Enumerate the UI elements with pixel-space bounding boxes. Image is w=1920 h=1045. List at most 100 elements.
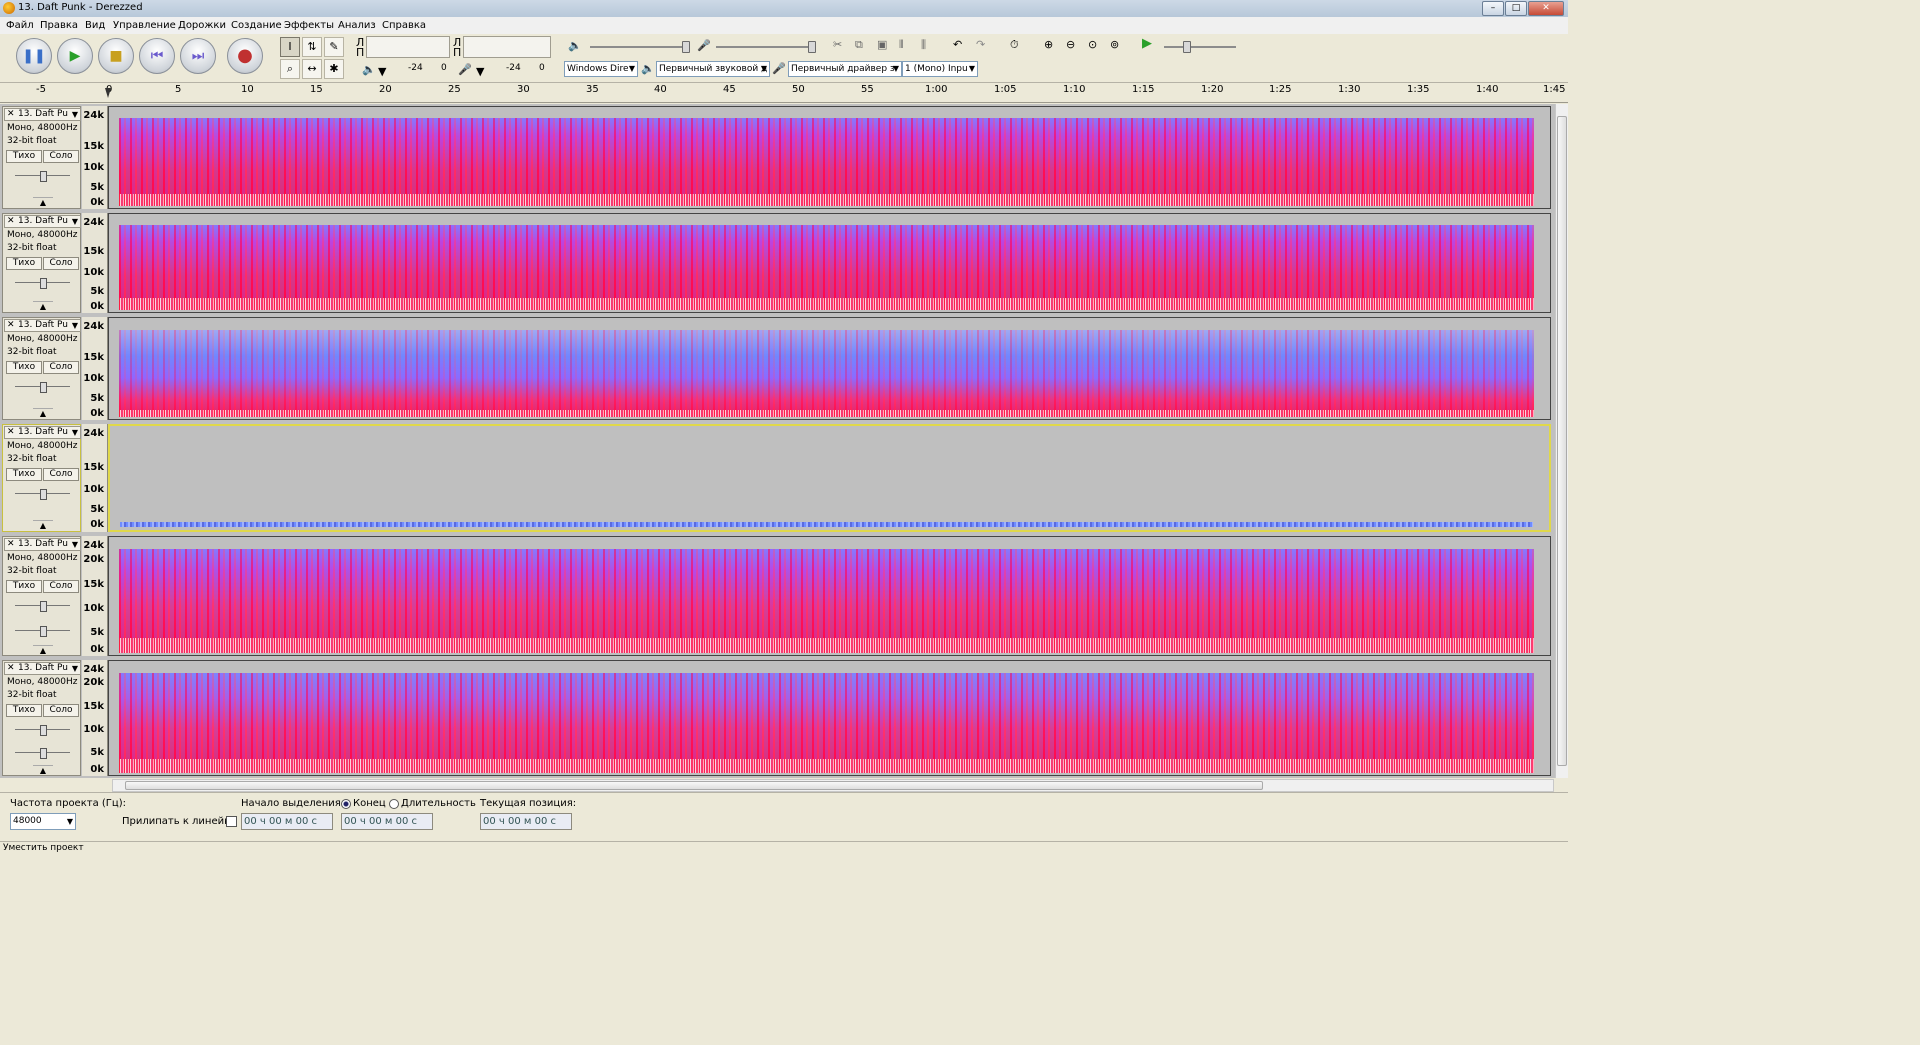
mute-button[interactable]: Тихо [6, 150, 42, 163]
audio-track[interactable]: ✕ 13. Daft Pu ▼ Моно, 48000Hz 32-bit float… [2, 213, 1552, 313]
menu-edit[interactable]: Правка [40, 20, 78, 31]
collapse-track-button[interactable]: ▲ [33, 765, 53, 775]
sync-lock-icon[interactable]: ⏱ [1010, 39, 1019, 51]
skip-end-button[interactable]: ⏭ [180, 38, 216, 74]
pan-thumb[interactable] [40, 626, 47, 637]
input-channels-select[interactable]: 1 (Mono) Inpu ▼ [902, 61, 978, 77]
close-track-icon[interactable]: ✕ [7, 109, 15, 120]
menu-help[interactable]: Справка [382, 20, 426, 31]
envelope-tool[interactable]: ⇅ [302, 37, 322, 57]
gain-thumb[interactable] [40, 489, 47, 500]
mute-button[interactable]: Тихо [6, 580, 42, 593]
snap-checkbox[interactable] [226, 816, 237, 827]
play-speed-slider[interactable] [1164, 46, 1236, 48]
recording-volume-thumb[interactable] [808, 41, 816, 53]
solo-button[interactable]: Соло [43, 361, 79, 374]
close-track-icon[interactable]: ✕ [7, 663, 15, 674]
project-rate-select[interactable]: 48000 ▼ [10, 813, 76, 830]
chevron-down-icon[interactable]: ▼ [72, 427, 78, 438]
timeshift-tool[interactable]: ↔ [302, 59, 322, 79]
selection-tool[interactable]: I [280, 37, 300, 57]
menu-transport[interactable]: Управление [113, 20, 176, 31]
gain-thumb[interactable] [40, 382, 47, 393]
close-button[interactable]: ✕ [1528, 1, 1564, 16]
zoom-tool[interactable]: ⌕ [280, 59, 300, 79]
collapse-track-button[interactable]: ▲ [33, 408, 53, 418]
zoom-in-icon[interactable]: ⊕ [1044, 39, 1053, 51]
audio-track[interactable]: ✕ 13. Daft Pu ▼ Моно, 48000Hz 32-bit float… [2, 106, 1552, 209]
audio-host-select[interactable]: Windows Dire ▼ [564, 61, 638, 77]
track-header[interactable]: ✕ 13. Daft Pu ▼ [4, 215, 81, 228]
selection-end-time[interactable]: 00 ч 00 м 00 с [341, 813, 433, 830]
chevron-down-icon[interactable]: ▼ [72, 663, 78, 674]
cut-icon[interactable]: ✂ [833, 39, 842, 51]
maximize-button[interactable]: □ [1505, 1, 1527, 16]
mute-button[interactable]: Тихо [6, 704, 42, 717]
play-button[interactable]: ▶ [57, 38, 93, 74]
zoom-out-icon[interactable]: ⊖ [1066, 39, 1075, 51]
menu-view[interactable]: Вид [85, 20, 105, 31]
solo-button[interactable]: Соло [43, 468, 79, 481]
playback-volume-thumb[interactable] [682, 41, 690, 53]
skip-start-button[interactable]: ⏮ [139, 38, 175, 74]
collapse-track-button[interactable]: ▲ [33, 197, 53, 207]
close-track-icon[interactable]: ✕ [7, 216, 15, 227]
mute-button[interactable]: Тихо [6, 257, 42, 270]
vertical-scrollbar[interactable] [1555, 104, 1568, 778]
redo-icon[interactable]: ↷ [976, 39, 985, 51]
collapse-track-button[interactable]: ▲ [33, 301, 53, 311]
chevron-down-icon[interactable]: ▼ [378, 66, 386, 78]
gain-thumb[interactable] [40, 171, 47, 182]
menu-file[interactable]: Файл [6, 20, 34, 31]
audio-track[interactable]: ✕ 13. Daft Pu ▼ Моно, 48000Hz 32-bit float… [2, 660, 1552, 776]
undo-icon[interactable]: ↶ [953, 39, 962, 51]
trim-icon[interactable]: ⫴ [899, 39, 904, 51]
scroll-thumb[interactable] [1557, 116, 1567, 766]
collapse-track-button[interactable]: ▲ [33, 645, 53, 655]
audio-track[interactable]: ✕ 13. Daft Pu ▼ Моно, 48000Hz 32-bit float… [2, 536, 1552, 656]
record-button[interactable]: ● [227, 38, 263, 74]
chevron-down-icon[interactable]: ▼ [72, 320, 78, 331]
end-radio[interactable] [341, 799, 351, 809]
close-track-icon[interactable]: ✕ [7, 539, 15, 550]
menu-tracks[interactable]: Дорожки [178, 20, 226, 31]
silence-icon[interactable]: ⫼ [921, 39, 926, 51]
chevron-down-icon[interactable]: ▼ [72, 109, 78, 120]
length-radio[interactable] [389, 799, 399, 809]
play-at-speed-icon[interactable]: ▶ [1142, 37, 1152, 50]
fit-project-icon[interactable]: ⊚ [1110, 39, 1119, 51]
track-header[interactable]: ✕ 13. Daft Pu ▼ [4, 662, 81, 675]
timeline-ruler[interactable]: -5 0 5 10 15 20 25 30 35 40 45 50 55 1:0… [0, 84, 1568, 103]
track-header[interactable]: ✕ 13. Daft Pu ▼ [4, 108, 81, 121]
spectrogram[interactable] [108, 424, 1551, 532]
menu-analyze[interactable]: Анализ [338, 20, 376, 31]
mute-button[interactable]: Тихо [6, 468, 42, 481]
track-header[interactable]: ✕ 13. Daft Pu ▼ [4, 426, 81, 439]
playhead-marker[interactable] [105, 88, 111, 98]
spectrogram[interactable] [108, 536, 1551, 656]
audio-track[interactable]: ✕ 13. Daft Pu ▼ Моно, 48000Hz 32-bit float… [2, 424, 1552, 532]
playback-device-select[interactable]: Первичный звуковой д ▼ [656, 61, 770, 77]
collapse-track-button[interactable]: ▲ [33, 520, 53, 530]
spectrogram[interactable] [108, 106, 1551, 209]
recording-meter[interactable] [463, 36, 551, 58]
stop-button[interactable]: ■ [98, 38, 134, 74]
solo-button[interactable]: Соло [43, 704, 79, 717]
pause-button[interactable]: ❚❚ [16, 38, 52, 74]
chevron-down-icon[interactable]: ▼ [72, 216, 78, 227]
selection-start-time[interactable]: 00 ч 00 м 00 с [241, 813, 333, 830]
scroll-thumb[interactable] [125, 781, 1263, 790]
horizontal-scrollbar[interactable] [112, 779, 1554, 792]
play-speed-thumb[interactable] [1183, 41, 1191, 53]
solo-button[interactable]: Соло [43, 580, 79, 593]
gain-thumb[interactable] [40, 278, 47, 289]
spectrogram[interactable] [108, 213, 1551, 313]
close-track-icon[interactable]: ✕ [7, 427, 15, 438]
paste-icon[interactable]: ▣ [877, 39, 887, 51]
chevron-down-icon[interactable]: ▼ [476, 66, 484, 78]
minimize-button[interactable]: – [1482, 1, 1504, 16]
gain-thumb[interactable] [40, 725, 47, 736]
spectrogram[interactable] [108, 660, 1551, 776]
recording-device-select[interactable]: Первичный драйвер з ▼ [788, 61, 902, 77]
current-position-time[interactable]: 00 ч 00 м 00 с [480, 813, 572, 830]
